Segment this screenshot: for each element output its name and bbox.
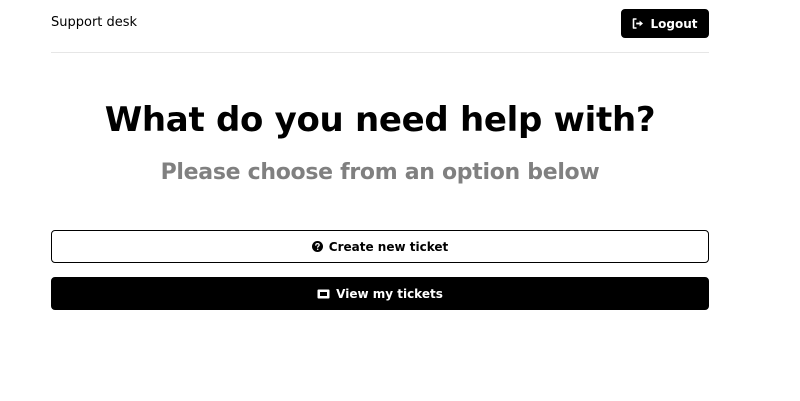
brand-link[interactable]: Support desk: [51, 15, 137, 30]
page-title: What do you need help with?: [104, 100, 656, 140]
page: Support desk Logout What do you need hel…: [0, 0, 800, 401]
create-ticket-label: Create new ticket: [328, 239, 449, 254]
logout-label: Logout: [650, 16, 698, 31]
question-circle-icon: [311, 241, 323, 252]
sign-out-icon: [632, 18, 644, 29]
header: Support desk Logout: [51, 0, 709, 53]
logout-button[interactable]: Logout: [621, 9, 709, 38]
view-tickets-label: View my tickets: [336, 286, 443, 301]
ticket-icon: [317, 289, 330, 299]
page-subtitle: Please choose from an option below: [160, 160, 600, 185]
create-ticket-button[interactable]: Create new ticket: [51, 230, 709, 263]
view-tickets-button[interactable]: View my tickets: [51, 277, 709, 310]
